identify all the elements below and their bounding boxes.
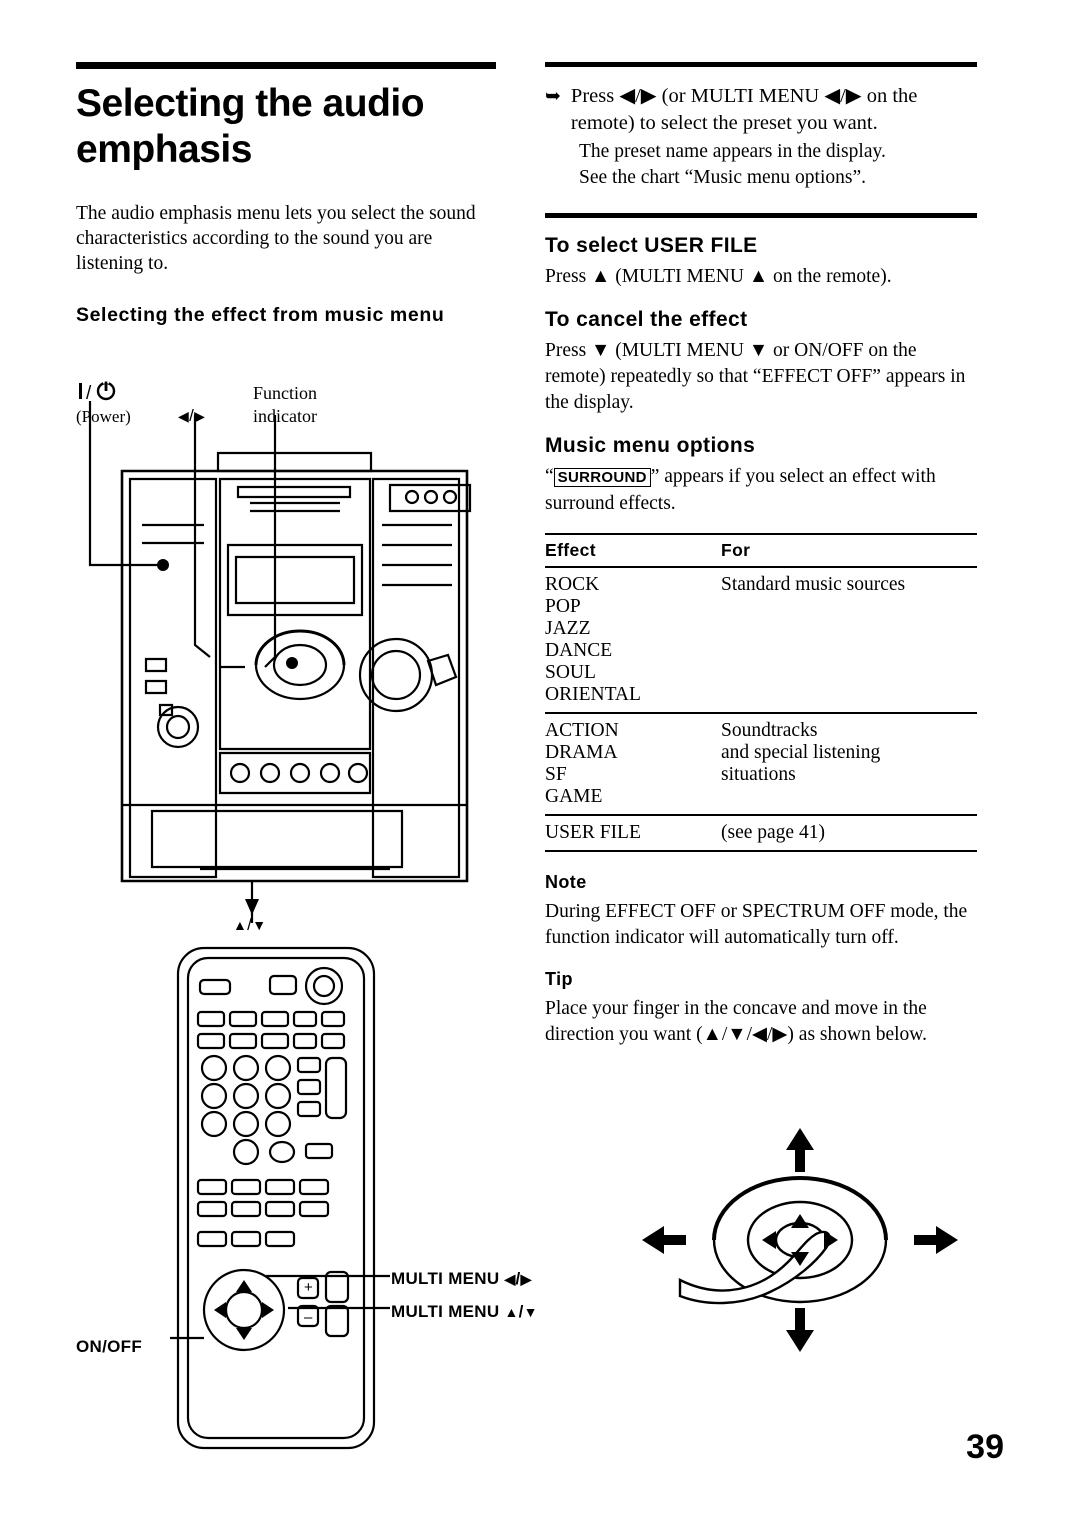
- table-header-row: Effect For: [545, 535, 977, 566]
- effect-name: DANCE: [545, 640, 613, 661]
- effects-table: Effect For: [545, 535, 977, 566]
- step-subtext-1: The preset name appears in the display.: [579, 141, 886, 162]
- page-number: 39: [966, 1428, 1004, 1466]
- effect-name: USER FILE: [545, 822, 641, 843]
- heading-tip: Tip: [545, 969, 573, 989]
- remote-control-illustration: + –: [170, 946, 390, 1450]
- effect-name: GAME: [545, 786, 603, 807]
- effect-name: SF: [545, 764, 567, 785]
- table-row: ACTION DRAMA SF GAME Soundtracks and spe…: [545, 714, 977, 808]
- concave-control-illustration: [642, 1128, 958, 1352]
- table-group-3: USER FILE (see page 41): [545, 816, 977, 844]
- right-column: ➥ Press ◀/▶ (or MULTI MENU ◀/▶ on the re…: [545, 62, 977, 1048]
- column-header-for: For: [721, 540, 751, 560]
- effect-for: Soundtracks: [721, 720, 818, 741]
- table-group-1: ROCK POP JAZZ DANCE SOUL ORIENTAL Standa…: [545, 568, 977, 706]
- effect-for: situations: [721, 764, 796, 785]
- table-row: ROCK POP JAZZ DANCE SOUL ORIENTAL Standa…: [545, 568, 977, 706]
- stereo-unit-illustration: [88, 401, 472, 923]
- page-title: Selecting the audio emphasis: [76, 82, 425, 171]
- effect-name: ORIENTAL: [545, 684, 641, 705]
- body-note: During EFFECT OFF or SPECTRUM OFF mode, …: [545, 901, 968, 948]
- svg-text:–: –: [304, 1309, 313, 1326]
- step-subtext-2: See the chart “Music menu options”.: [579, 167, 867, 188]
- surround-badge: SURROUND: [553, 468, 651, 487]
- manual-page: Selecting the audio emphasis The audio e…: [0, 0, 1080, 1529]
- intro-paragraph: The audio emphasis menu lets you select …: [76, 203, 476, 274]
- effect-name: ROCK: [545, 574, 600, 595]
- title-rule: [76, 62, 496, 69]
- body-tip: Place your finger in the concave and mov…: [545, 998, 927, 1045]
- effect-name: DRAMA: [545, 742, 618, 763]
- body-select-user-file: Press ▲ (MULTI MENU ▲ on the remote).: [545, 266, 892, 287]
- step-instruction: ➥ Press ◀/▶ (or MULTI MENU ◀/▶ on the re…: [545, 83, 977, 137]
- heading-music-menu-options: Music menu options: [545, 434, 756, 457]
- section-subheading: Selecting the effect from music menu: [76, 304, 445, 326]
- heading-select-user-file: To select USER FILE: [545, 234, 758, 257]
- top-rule: [545, 62, 977, 67]
- step-text: Press ◀/▶ (or MULTI MENU ◀/▶ on the remo…: [570, 85, 918, 134]
- body-music-menu-options: “SURROUND” appears if you select an effe…: [545, 464, 977, 517]
- column-header-effect: Effect: [545, 540, 597, 560]
- effect-for: and special listening: [721, 742, 881, 763]
- effect-name: ACTION: [545, 720, 619, 741]
- body-cancel-effect: Press ▼ (MULTI MENU ▼ or ON/OFF on the r…: [545, 340, 966, 413]
- effect-name: POP: [545, 596, 581, 617]
- arrow-right-icon: ➥: [545, 86, 561, 107]
- effect-for: (see page 41): [721, 822, 825, 843]
- left-column: Selecting the audio emphasis The audio e…: [76, 62, 496, 328]
- table-group-2: ACTION DRAMA SF GAME Soundtracks and spe…: [545, 714, 977, 808]
- quote-open: “: [545, 466, 554, 487]
- heading-note: Note: [545, 872, 587, 892]
- svg-text:+: +: [304, 1279, 313, 1296]
- effect-name: JAZZ: [545, 618, 591, 639]
- table-row: USER FILE (see page 41): [545, 816, 977, 844]
- effect-for: Standard music sources: [721, 574, 906, 595]
- on-off-label: ON/OFF: [76, 1337, 143, 1356]
- heading-cancel-effect: To cancel the effect: [545, 308, 748, 331]
- section-rule: [545, 213, 977, 218]
- effect-name: SOUL: [545, 662, 596, 683]
- table-bottom-rule: [545, 850, 977, 852]
